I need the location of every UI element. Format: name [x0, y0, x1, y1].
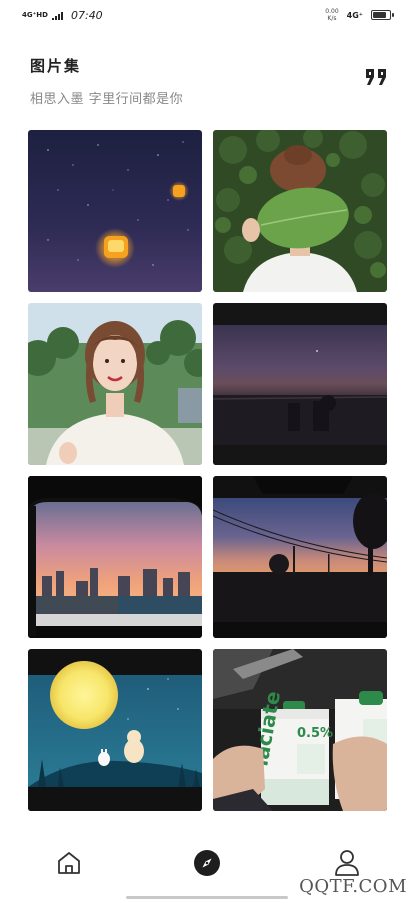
gallery-photo-moon-illustration[interactable]: [28, 649, 202, 811]
leaf-face-image: [213, 130, 387, 292]
gallery-photo-power-lines-dusk[interactable]: [213, 476, 387, 638]
network-speed-unit: K/s: [327, 15, 337, 22]
bottom-nav: QQTF.COM: [0, 838, 415, 899]
battery-fill: [373, 12, 386, 18]
signal-icon: [51, 12, 63, 20]
compass-icon[interactable]: [193, 849, 221, 877]
city-sunset-car-image: [28, 476, 202, 638]
gallery-photo-city-sunset-car[interactable]: [28, 476, 202, 638]
battery-icon: [371, 10, 394, 20]
photo-gallery: laciate 0.5%: [28, 130, 387, 811]
power-lines-dusk-image: [213, 476, 387, 638]
milk-cartons-image: laciate 0.5%: [213, 649, 387, 811]
moon-illustration-image: [28, 649, 202, 811]
home-indicator[interactable]: [126, 896, 288, 899]
network-speed: 0.00 K/s: [325, 8, 338, 22]
gallery-photo-leaf-face[interactable]: [213, 130, 387, 292]
home-icon[interactable]: [55, 849, 83, 877]
network-indicator: 4G⁺HD: [22, 11, 48, 19]
status-left: 4G⁺HD 07:40: [22, 9, 103, 22]
gallery-photo-dusk-rooftops[interactable]: [213, 303, 387, 465]
watermark: QQTF.COM: [299, 876, 407, 897]
page-subtitle: 相思入墨 字里行间都是你: [30, 92, 184, 107]
milk-label-text: 0.5%: [297, 726, 333, 741]
status-right: 0.00 K/s 4G⁺: [325, 8, 394, 22]
gallery-photo-smiling-girl[interactable]: [28, 303, 202, 465]
gallery-photo-milk-cartons[interactable]: laciate 0.5%: [213, 649, 387, 811]
status-time: 07:40: [70, 9, 103, 22]
sky-lanterns-image: [28, 130, 202, 292]
user-icon[interactable]: [333, 848, 361, 878]
network-indicator-secondary: 4G⁺: [346, 10, 363, 20]
dusk-rooftops-image: [213, 303, 387, 465]
smiling-girl-image: [28, 303, 202, 465]
status-bar: 4G⁺HD 07:40 0.00 K/s 4G⁺: [0, 0, 415, 32]
gallery-photo-sky-lanterns[interactable]: [28, 130, 202, 292]
network-speed-value: 0.00: [325, 8, 339, 15]
quote-icon[interactable]: [365, 68, 389, 86]
page-title: 图片集: [30, 57, 82, 75]
